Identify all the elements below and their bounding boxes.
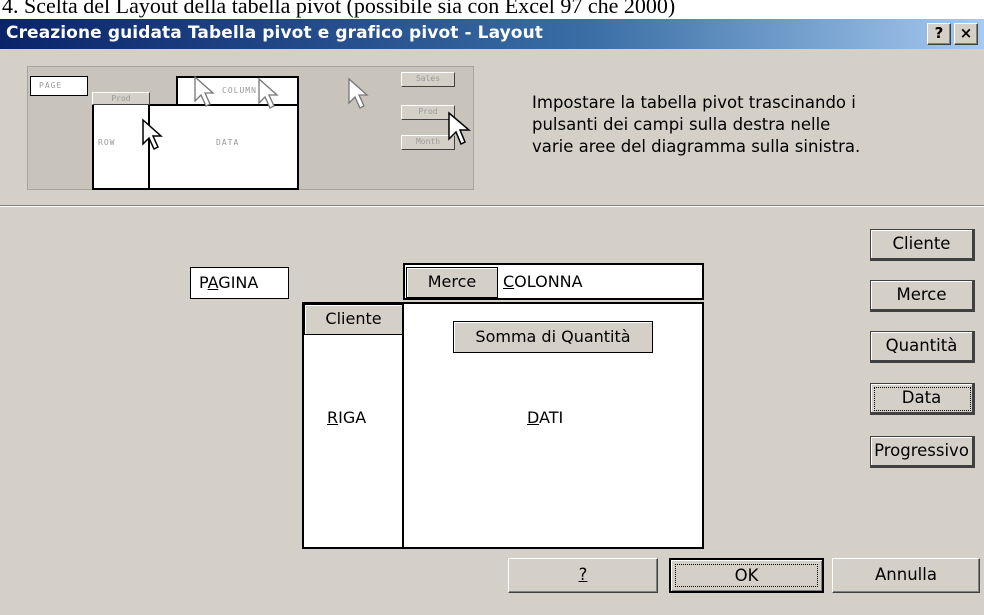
instructions-line: varie aree del diagramma sulla sinistra. bbox=[532, 137, 861, 156]
cursor-icon bbox=[448, 111, 471, 146]
preview-row-label: ROW bbox=[98, 138, 116, 147]
field-button-cliente[interactable]: Cliente bbox=[870, 229, 975, 261]
data-field-somma-quantita[interactable]: Somma di Quantità bbox=[453, 321, 653, 353]
field-button-data[interactable]: Data bbox=[870, 383, 975, 415]
column-area-label: COLONNA bbox=[503, 272, 583, 291]
cursor-icon bbox=[348, 77, 369, 109]
preview-page-label: PAGE bbox=[39, 81, 63, 90]
help-title-button[interactable]: ? bbox=[927, 23, 951, 45]
row-area-label: RIGA bbox=[327, 408, 367, 427]
instructions-line: pulsanti dei campi sulla destra nelle bbox=[532, 115, 831, 134]
data-area-label: DATI bbox=[527, 408, 564, 427]
close-button[interactable]: × bbox=[954, 23, 978, 45]
preview-field-sales: Sales bbox=[401, 72, 455, 87]
row-drop-area[interactable]: RIGA bbox=[302, 302, 405, 549]
page-drop-area[interactable]: PAGINA bbox=[190, 267, 289, 299]
dialog-title: Creazione guidata Tabella pivot e grafic… bbox=[6, 23, 544, 43]
layout-preview-illustration: PAGE COLUMN ROW DATA Prod Sales Prod Mon… bbox=[27, 66, 474, 190]
field-button-progressivo[interactable]: Progressivo bbox=[870, 436, 975, 468]
preview-data-area: DATA bbox=[148, 104, 299, 190]
instructions-line: Impostare la tabella pivot trascinando i bbox=[532, 93, 856, 112]
preview-column-label: COLUMN bbox=[222, 86, 257, 95]
page-area-label: PAGINA bbox=[199, 273, 259, 292]
cursor-icon bbox=[194, 75, 215, 107]
row-field-cliente[interactable]: Cliente bbox=[304, 304, 403, 335]
cursor-icon bbox=[258, 77, 279, 109]
separator bbox=[0, 205, 984, 207]
help-button[interactable]: ? bbox=[508, 558, 658, 593]
field-button-merce[interactable]: Merce bbox=[870, 280, 975, 312]
document-caption: 4. Scelta del Layout della tabella pivot… bbox=[2, 0, 676, 18]
instructions-text: Impostare la tabella pivot trascinando i… bbox=[532, 92, 952, 158]
preview-prod-dragged: Prod bbox=[92, 92, 150, 105]
title-bar[interactable]: Creazione guidata Tabella pivot e grafic… bbox=[0, 19, 984, 49]
focus-rect bbox=[675, 564, 818, 587]
ok-button[interactable]: OK bbox=[669, 558, 824, 593]
cursor-icon bbox=[142, 118, 163, 151]
pivot-layout-dialog: Creazione guidata Tabella pivot e grafic… bbox=[0, 19, 984, 615]
column-field-merce[interactable]: Merce bbox=[406, 267, 498, 298]
cancel-button[interactable]: Annulla bbox=[832, 558, 980, 593]
field-button-quantita[interactable]: Quantità bbox=[870, 331, 975, 363]
preview-page-area: PAGE bbox=[30, 76, 88, 96]
preview-data-label: DATA bbox=[216, 138, 240, 147]
